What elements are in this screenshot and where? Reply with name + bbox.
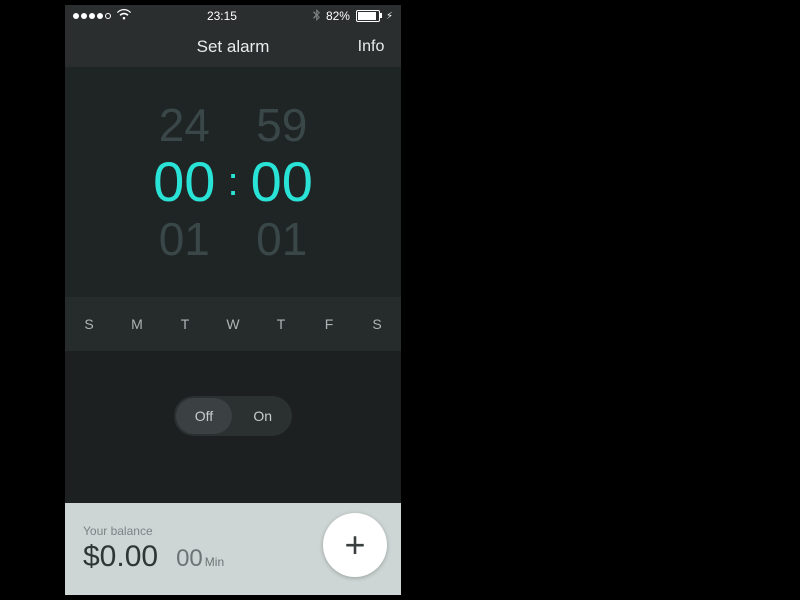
alarm-toggle-area: Off On — [65, 351, 401, 481]
weekday-row: S M T W T F S — [65, 297, 401, 351]
hour-selected: 00 — [153, 154, 215, 210]
day-mon[interactable]: M — [125, 316, 149, 332]
balance-label: Your balance — [83, 524, 224, 538]
toggle-knob-off: Off — [176, 398, 232, 434]
phone-frame: 23:15 82% ⚡︎ Set alarm Info 24 00 01 : 5… — [65, 5, 401, 595]
toggle-off-label: Off — [195, 408, 213, 424]
battery-icon — [356, 10, 380, 22]
minute-selected: 00 — [251, 154, 313, 210]
balance-amount: $0.00 — [83, 540, 158, 574]
day-tue[interactable]: T — [173, 316, 197, 332]
balance-minutes: 00Min — [176, 545, 224, 573]
day-fri[interactable]: F — [317, 316, 341, 332]
day-sun[interactable]: S — [77, 316, 101, 332]
day-sat[interactable]: S — [365, 316, 389, 332]
alarm-toggle[interactable]: Off On — [174, 396, 292, 436]
minute-next: 01 — [256, 216, 307, 262]
charging-icon: ⚡︎ — [386, 11, 393, 22]
time-picker[interactable]: 24 00 01 : 59 00 01 — [65, 67, 401, 297]
minute-wheel[interactable]: 59 00 01 — [251, 102, 313, 262]
balance-minutes-value: 00 — [176, 545, 203, 572]
status-bar: 23:15 82% ⚡︎ — [65, 5, 401, 27]
nav-bar: Set alarm Info — [65, 27, 401, 67]
signal-dots-icon — [73, 13, 111, 19]
toggle-on-label: On — [253, 408, 272, 424]
info-button[interactable]: Info — [341, 38, 401, 56]
hour-prev: 24 — [159, 102, 210, 148]
time-separator: : — [227, 160, 238, 205]
wifi-icon — [117, 9, 131, 23]
balance-footer: Your balance $0.00 00Min + — [65, 503, 401, 595]
status-time: 23:15 — [131, 9, 313, 23]
add-button[interactable]: + — [323, 513, 387, 577]
minute-prev: 59 — [256, 102, 307, 148]
balance-minutes-unit: Min — [205, 555, 224, 569]
day-wed[interactable]: W — [221, 316, 245, 332]
hour-next: 01 — [159, 216, 210, 262]
page-title: Set alarm — [125, 37, 341, 57]
plus-icon: + — [344, 524, 365, 566]
day-thu[interactable]: T — [269, 316, 293, 332]
hour-wheel[interactable]: 24 00 01 — [153, 102, 215, 262]
battery-percent: 82% — [326, 9, 350, 23]
bluetooth-icon — [313, 9, 320, 24]
